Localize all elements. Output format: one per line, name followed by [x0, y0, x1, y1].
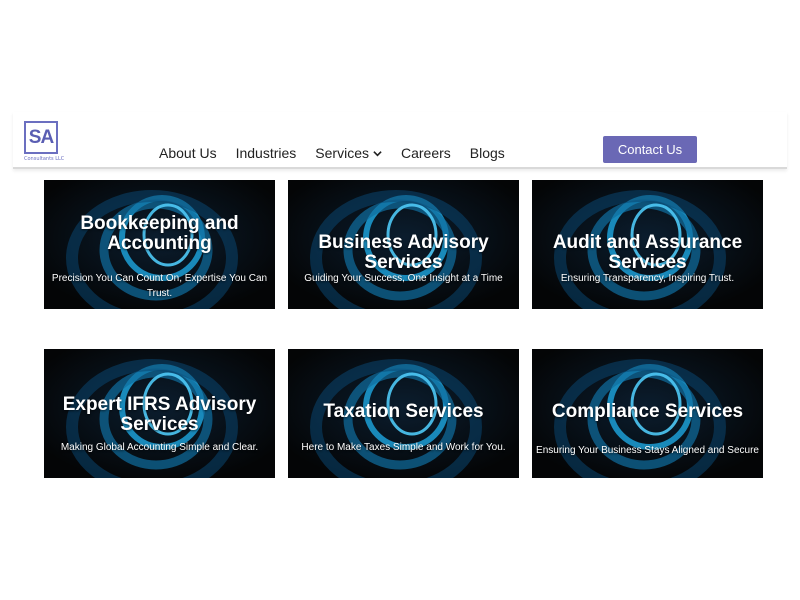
- logo-subtitle: Consultants LLC: [24, 156, 65, 162]
- nav-label: Blogs: [469, 145, 505, 161]
- nav-careers[interactable]: Careers: [401, 145, 451, 161]
- site-header: SA Consultants LLC About Us Industries S…: [13, 112, 787, 169]
- card-title: Compliance Services: [551, 401, 744, 422]
- nav-label: Careers: [400, 145, 451, 161]
- card-title: Audit and Assurance Services: [552, 232, 743, 273]
- logo-mark: SA: [24, 121, 58, 154]
- card-subtitle: Here to Make Taxes Simple and Work for Y…: [301, 442, 506, 453]
- main-nav: About Us Industries Services Careers Blo…: [159, 145, 505, 161]
- service-card-audit-assurance[interactable]: Audit and Assurance Services Ensuring Tr…: [532, 180, 763, 309]
- card-subtitle: Ensuring Your Business Stays Aligned and…: [536, 445, 759, 456]
- service-card-ifrs-advisory[interactable]: Expert IFRS Advisory Services Making Glo…: [44, 349, 275, 478]
- card-subtitle: Guiding Your Success, One Insight at a T…: [304, 273, 503, 284]
- service-card-taxation[interactable]: Taxation Services Here to Make Taxes Sim…: [288, 349, 519, 478]
- service-card-bookkeeping[interactable]: Bookkeeping and Accounting Precision You…: [44, 180, 275, 309]
- card-title: Bookkeeping and Accounting: [80, 213, 239, 254]
- nav-label: About Us: [159, 145, 217, 161]
- card-title: Expert IFRS Advisory Services: [62, 394, 257, 435]
- nav-label: Industries: [235, 145, 297, 161]
- nav-services[interactable]: Services: [315, 145, 382, 161]
- page: SA Consultants LLC About Us Industries S…: [0, 0, 800, 600]
- nav-industries[interactable]: Industries: [236, 145, 297, 161]
- service-card-business-advisory[interactable]: Business Advisory Services Guiding Your …: [288, 180, 519, 309]
- card-subtitle: Precision You Can Count On, Expertise Yo…: [51, 273, 268, 299]
- chevron-down-icon: [373, 150, 382, 156]
- contact-us-button[interactable]: Contact Us: [603, 136, 697, 163]
- nav-about-us[interactable]: About Us: [159, 145, 217, 161]
- nav-blogs[interactable]: Blogs: [470, 145, 505, 161]
- service-card-compliance[interactable]: Compliance Services Ensuring Your Busine…: [532, 349, 763, 478]
- card-subtitle: Ensuring Transparency, Inspiring Trust.: [560, 273, 735, 284]
- card-subtitle: Making Global Accounting Simple and Clea…: [60, 442, 259, 453]
- nav-label: Services: [315, 145, 369, 161]
- card-title: Taxation Services: [323, 401, 484, 422]
- card-title: Business Advisory Services: [318, 232, 489, 273]
- brand-logo[interactable]: SA Consultants LLC: [24, 121, 65, 163]
